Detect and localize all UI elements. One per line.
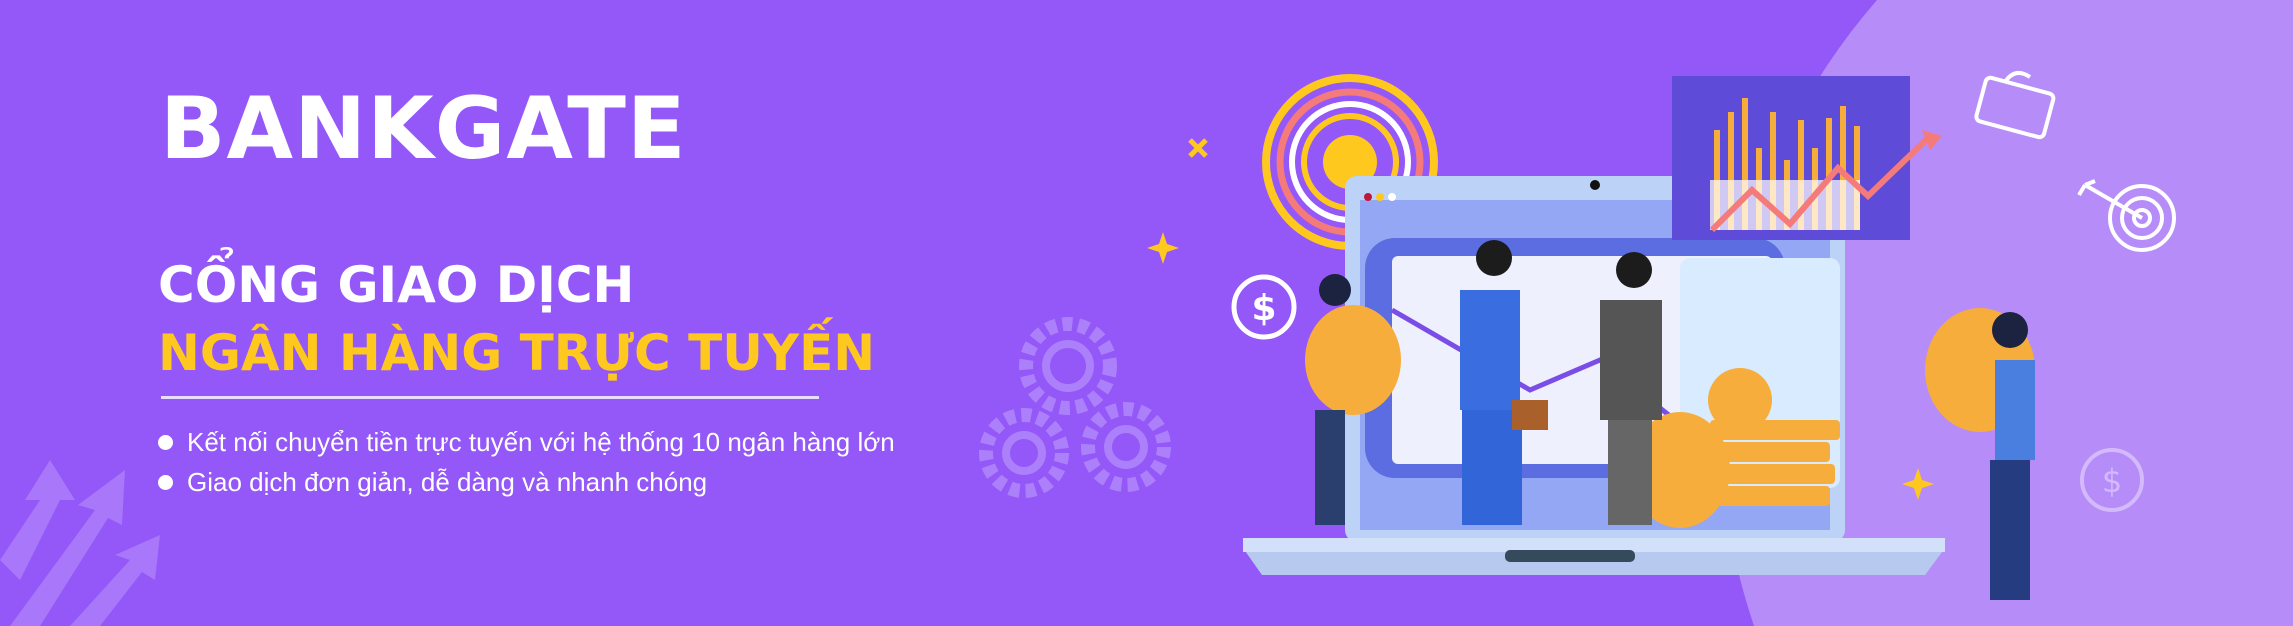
svg-text:$: $ [1251, 288, 1276, 329]
feature-text: Giao dịch đơn giản, dễ dàng và nhanh chó… [187, 466, 708, 497]
bullet-icon [158, 434, 173, 450]
feature-text: Kết nối chuyển tiền trực tuyến với hệ th… [187, 426, 895, 457]
bullet-icon [158, 474, 173, 490]
feature-item: Kết nối chuyển tiền trực tuyến với hệ th… [158, 422, 895, 462]
headline-line-1: CỔNG GIAO DỊCH [158, 256, 635, 314]
brand-logo: BANKGATE [160, 79, 687, 179]
feature-list: Kết nối chuyển tiền trực tuyến với hệ th… [158, 422, 895, 502]
divider [161, 396, 819, 399]
arrow-up-icon [0, 460, 160, 626]
headline-line-2: NGÂN HÀNG TRỰC TUYẾN [158, 324, 876, 382]
svg-text:$: $ [2102, 462, 2122, 500]
bar-chart-icon [1672, 76, 1942, 240]
feature-item: Giao dịch đơn giản, dễ dàng và nhanh chó… [158, 462, 895, 502]
